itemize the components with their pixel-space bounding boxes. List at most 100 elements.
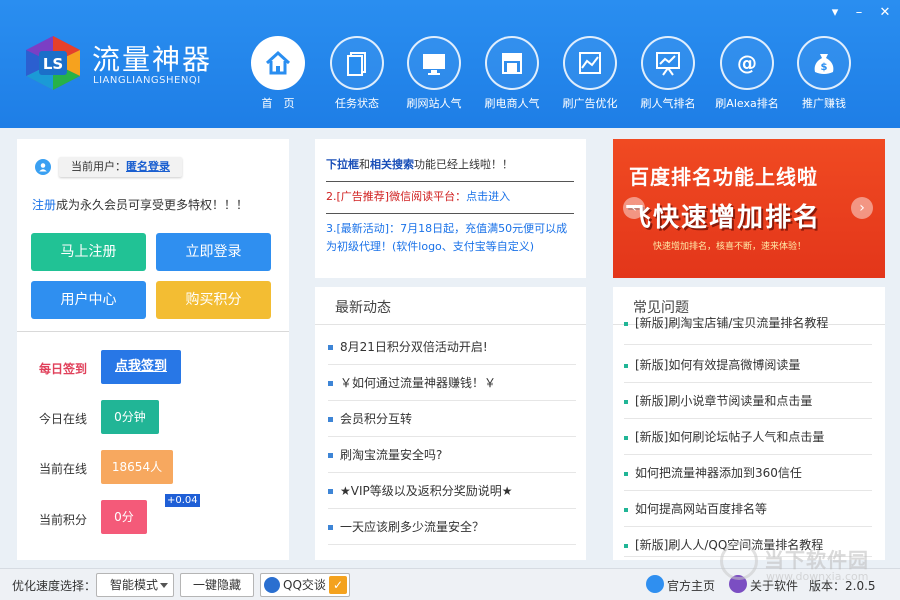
- register-link[interactable]: 注册: [32, 198, 56, 212]
- daily-signin-label: 每日签到: [39, 362, 88, 376]
- bullet-icon: [624, 507, 628, 512]
- nav-task-status[interactable]: 任务状态: [321, 36, 393, 116]
- current-points-value: 0分: [101, 500, 147, 534]
- banner-headline: 百度排名功能上线啦: [629, 165, 818, 189]
- one-click-hide-button[interactable]: 一键隐藏: [180, 573, 254, 597]
- bullet-icon: [624, 363, 628, 368]
- current-online-value: 18654人: [101, 450, 173, 484]
- notice-ad-recommend[interactable]: 2.[广告推荐]微信阅读平台：点击进入: [326, 188, 576, 206]
- faq-item[interactable]: [新版]如何有效提高微博阅读量: [624, 347, 872, 383]
- home-icon: [265, 50, 291, 75]
- bullet-icon: [624, 435, 628, 440]
- news-item[interactable]: 8月21日积分双倍活动开启!: [328, 329, 576, 365]
- app-logo-icon: LS: [26, 36, 80, 90]
- faq-item[interactable]: 如何提高网站百度排名等: [624, 491, 872, 527]
- nav-home[interactable]: 首 页: [242, 36, 314, 116]
- news-item[interactable]: 刷淘宝流量安全吗?: [328, 437, 576, 473]
- money-bag-icon: $: [814, 54, 834, 74]
- bullet-icon: [328, 489, 333, 494]
- qq-icon: [264, 577, 280, 593]
- click-enter-link[interactable]: 点击进入: [466, 190, 510, 203]
- svg-text:@: @: [737, 51, 757, 75]
- minimize-icon[interactable]: –: [850, 5, 868, 21]
- nav-popularity-ranking[interactable]: 刷人气排名: [632, 36, 704, 116]
- register-button[interactable]: 马上注册: [31, 233, 146, 271]
- section-divider: [315, 324, 586, 325]
- nav-ecommerce-traffic[interactable]: 刷电商人气: [476, 36, 548, 116]
- banner-next-icon[interactable]: ›: [851, 197, 873, 219]
- anonymous-login-link[interactable]: 匿名登录: [126, 160, 170, 173]
- news-item[interactable]: 会员积分互转: [328, 401, 576, 437]
- bullet-icon: [624, 543, 628, 548]
- home-icon: [646, 575, 664, 593]
- promo-banner[interactable]: 百度排名功能上线啦 飞快速增加排名 快速增加排名，核喜不断，速来体验！ ‹ ›: [613, 139, 885, 278]
- monitor-icon: [423, 54, 445, 75]
- app-subtitle: LIANGLIANGSHENQI: [93, 75, 201, 86]
- speed-label: 优化速度选择：: [12, 579, 97, 593]
- bullet-icon: [624, 399, 628, 404]
- document-icon: [347, 52, 366, 76]
- user-center-button[interactable]: 用户中心: [31, 281, 146, 319]
- bullet-icon: [328, 417, 333, 422]
- menu-dropdown-icon[interactable]: ▾: [826, 5, 844, 21]
- faq-item[interactable]: [新版]刷小说章节阅读量和点击量: [624, 383, 872, 419]
- user-panel: 当前用户：匿名登录 注册成为永久会员可享受更多特权！！！ 马上注册 立即登录 用…: [17, 139, 289, 560]
- current-points-label: 当前积分: [39, 513, 88, 527]
- notice-divider: [326, 181, 574, 182]
- check-icon: ✓: [329, 576, 347, 594]
- app-header: ▾ – ✕ LS 流量神器 LIANGLIANGSHENQI 首 页 任务状态 …: [0, 0, 900, 128]
- svg-text:LS: LS: [43, 55, 63, 73]
- notice-panel: 下拉框和相关搜索功能已经上线啦！！ 2.[广告推荐]微信阅读平台：点击进入 3.…: [315, 139, 586, 278]
- svg-text:$: $: [821, 62, 828, 73]
- current-online-label: 当前在线: [39, 462, 88, 476]
- bullet-icon: [328, 345, 333, 350]
- bullet-icon: [624, 471, 628, 476]
- today-online-label: 今日在线: [39, 412, 88, 426]
- user-icon: [35, 159, 51, 175]
- current-user-row: 当前用户：匿名登录: [35, 157, 182, 177]
- notice-latest-activity[interactable]: 3.[最新活动]：7月18日起，充值满50元便可以成为初级代理！(软件logo、…: [326, 220, 576, 256]
- close-icon[interactable]: ✕: [876, 5, 894, 21]
- nav-website-traffic[interactable]: 刷网站人气: [398, 36, 470, 116]
- today-online-value: 0分钟: [101, 400, 159, 434]
- membership-promo: 注册成为永久会员可享受更多特权！！！: [32, 198, 249, 212]
- notice-feature-launch[interactable]: 下拉框和相关搜索功能已经上线啦！！: [326, 156, 576, 174]
- points-bonus-badge: +0.04: [165, 494, 200, 507]
- store-icon: [502, 53, 522, 74]
- notice-divider: [326, 213, 574, 214]
- banner-prev-icon[interactable]: ‹: [623, 197, 645, 219]
- app-title: 流量神器: [92, 43, 213, 76]
- current-user-badge: 当前用户：匿名登录: [59, 157, 182, 177]
- nav-alexa-ranking[interactable]: @ 刷Alexa排名: [711, 36, 783, 116]
- divider: [17, 331, 289, 332]
- faq-item[interactable]: [新版]刷淘宝店铺/宝贝流量排名教程: [624, 313, 872, 345]
- nav-promote-earn[interactable]: $ 推广赚钱: [788, 36, 860, 116]
- watermark-logo-icon: [720, 542, 758, 580]
- at-icon: @: [737, 51, 757, 75]
- qq-chat-button[interactable]: QQ交谈 ✓: [260, 573, 350, 597]
- banner-caption: 快速增加排名，核喜不断，速来体验！: [653, 242, 807, 252]
- bullet-icon: [328, 525, 333, 530]
- presentation-icon: [656, 52, 680, 76]
- latest-news-panel: 最新动态 8月21日积分双倍活动开启! ￥如何通过流量神器赚钱！￥ 会员积分互转…: [315, 287, 586, 560]
- news-item[interactable]: ￥如何通过流量神器赚钱！￥: [328, 365, 576, 401]
- nav-ad-optimization[interactable]: 刷广告优化: [554, 36, 626, 116]
- bullet-icon: [624, 321, 628, 326]
- chart-icon: [579, 52, 601, 74]
- watermark: 当下软件园 www.downxia.com: [720, 540, 890, 590]
- chevron-down-icon: [160, 583, 168, 588]
- faq-item[interactable]: 如何把流量神器添加到360信任: [624, 455, 872, 491]
- signin-button[interactable]: 点我签到: [101, 350, 181, 384]
- faq-item[interactable]: [新版]如何刷论坛帖子人气和点击量: [624, 419, 872, 455]
- official-homepage-link[interactable]: 官方主页: [667, 577, 715, 594]
- speed-mode-select[interactable]: 智能模式: [96, 573, 174, 597]
- news-item[interactable]: 一天应该刷多少流量安全？: [328, 509, 576, 545]
- bullet-icon: [328, 453, 333, 458]
- latest-news-title: 最新动态: [335, 300, 391, 316]
- buy-points-button[interactable]: 购买积分: [156, 281, 271, 319]
- bullet-icon: [328, 381, 333, 386]
- login-button[interactable]: 立即登录: [156, 233, 271, 271]
- banner-slogan: 飞快速增加排名: [625, 203, 822, 233]
- faq-panel: 常见问题 [新版]刷淘宝店铺/宝贝流量排名教程 [新版]如何有效提高微博阅读量 …: [613, 287, 885, 560]
- news-item[interactable]: ★VIP等级以及返积分奖励说明★: [328, 473, 576, 509]
